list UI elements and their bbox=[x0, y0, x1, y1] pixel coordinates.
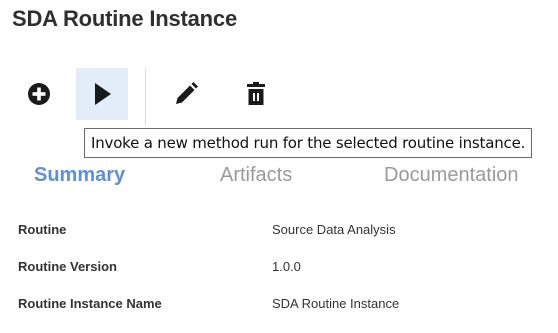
detail-value: SDA Routine Instance bbox=[272, 296, 400, 311]
run-tooltip: Invoke a new method run for the selected… bbox=[84, 128, 533, 158]
toolbar bbox=[0, 68, 558, 126]
trash-icon bbox=[247, 82, 265, 105]
edit-button[interactable] bbox=[160, 68, 212, 120]
toolbar-divider bbox=[145, 68, 146, 126]
delete-button[interactable] bbox=[230, 68, 282, 120]
page-title: SDA Routine Instance bbox=[12, 6, 237, 31]
tab-artifacts[interactable]: Artifacts bbox=[220, 160, 292, 190]
tab-summary[interactable]: Summary bbox=[34, 160, 125, 190]
run-button[interactable] bbox=[76, 68, 128, 120]
play-icon bbox=[95, 83, 111, 105]
detail-row-routine-version: Routine Version 1.0.0 bbox=[18, 259, 548, 296]
tab-documentation[interactable]: Documentation bbox=[384, 160, 519, 190]
detail-value: 1.0.0 bbox=[272, 259, 301, 274]
pencil-icon bbox=[176, 82, 198, 104]
detail-label: Routine bbox=[18, 222, 67, 237]
detail-label: Routine Version bbox=[18, 259, 117, 274]
detail-row-routine-instance-name: Routine Instance Name SDA Routine Instan… bbox=[18, 296, 548, 333]
plus-circle-icon bbox=[28, 83, 50, 105]
add-button[interactable] bbox=[13, 68, 65, 120]
detail-row-routine: Routine Source Data Analysis bbox=[18, 222, 548, 259]
detail-label: Routine Instance Name bbox=[18, 296, 162, 311]
detail-value: Source Data Analysis bbox=[272, 222, 396, 237]
summary-details: Routine Source Data Analysis Routine Ver… bbox=[18, 222, 548, 333]
tab-bar: Summary Artifacts Documentation bbox=[0, 158, 558, 194]
